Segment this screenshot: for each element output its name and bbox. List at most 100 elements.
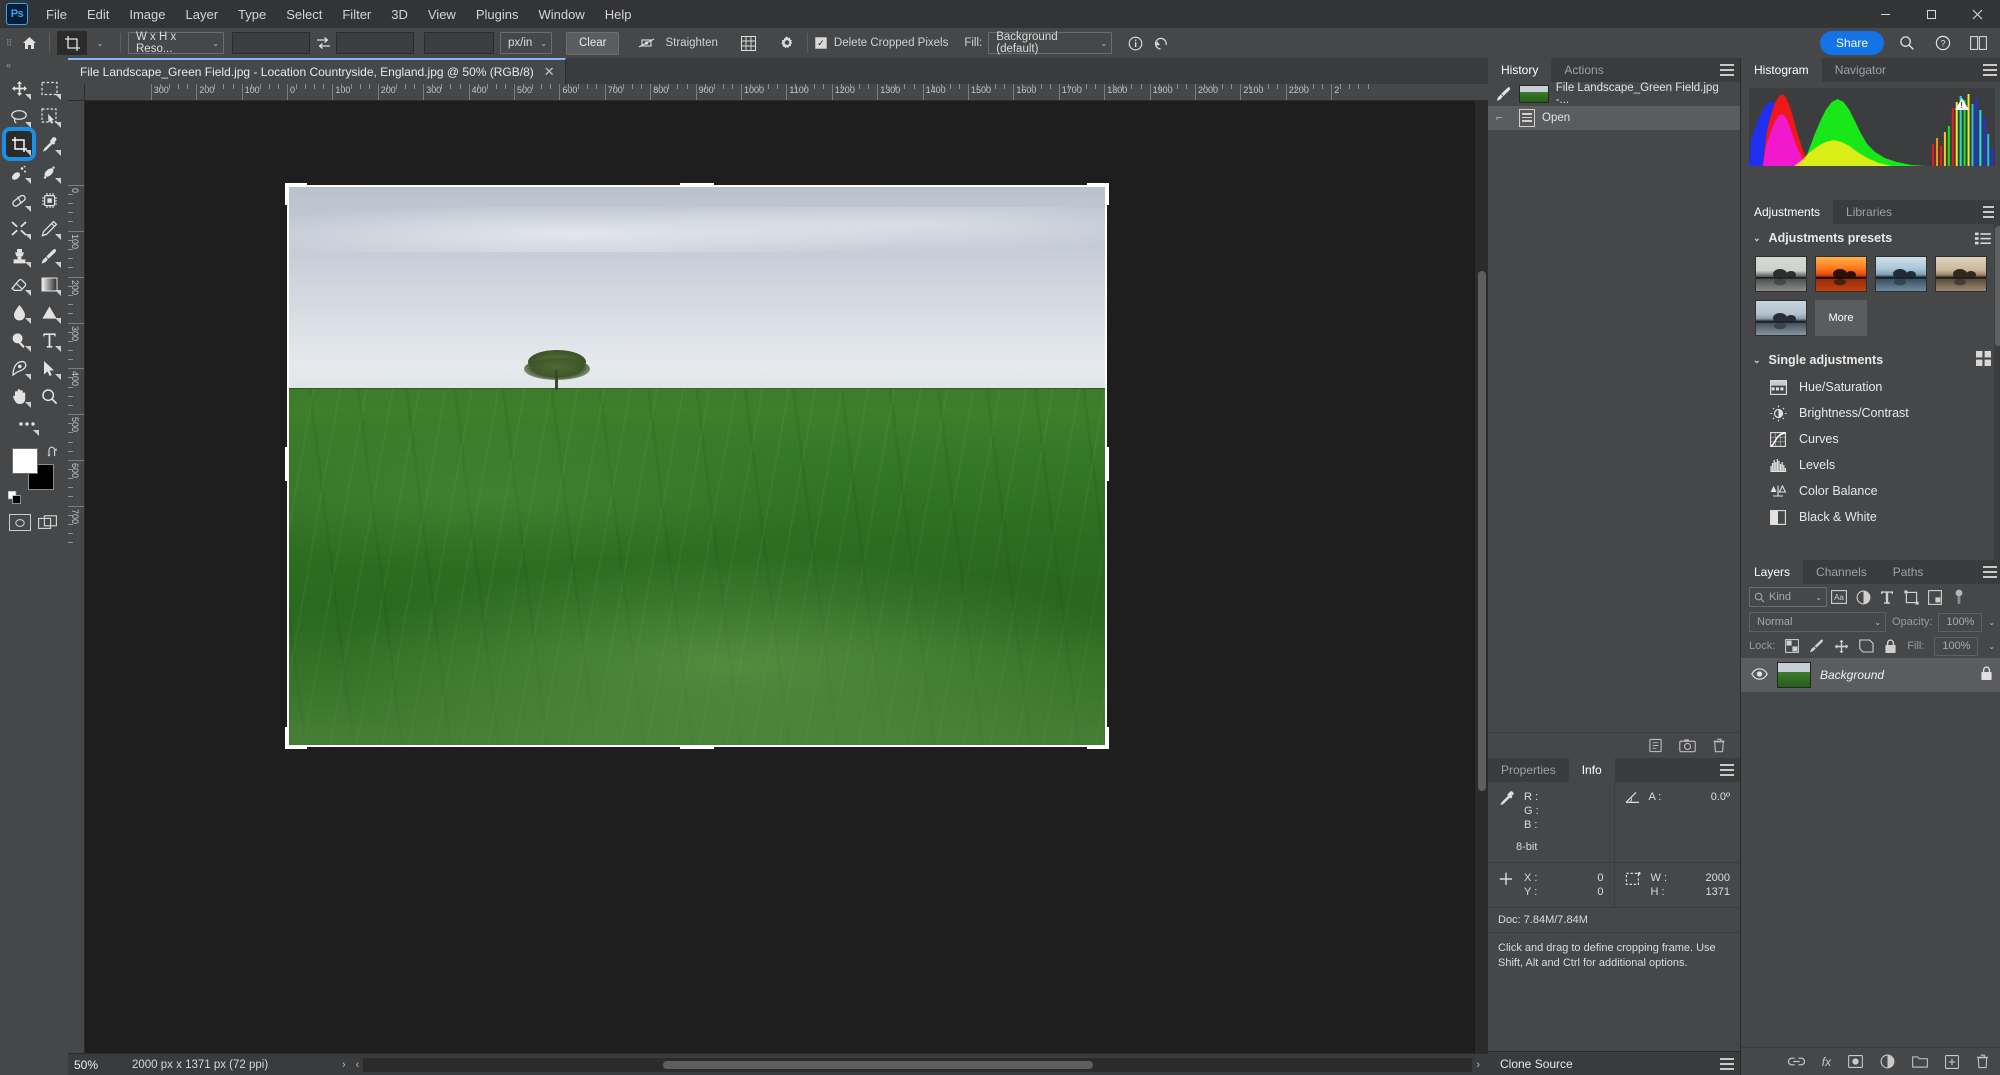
layer-kind-select[interactable]: Kind ⌄ [1749, 587, 1827, 607]
zoom-level[interactable]: 50% [68, 1057, 132, 1073]
tab-adjustments[interactable]: Adjustments [1741, 200, 1834, 224]
adjustments-presets-header[interactable]: ⌄ Adjustments presets [1741, 224, 2000, 252]
crop-resolution-input[interactable] [424, 32, 494, 54]
move-tool[interactable] [5, 74, 33, 102]
options-bar-grip[interactable]: ⠿ [2, 38, 16, 49]
delete-cropped-pixels-label[interactable]: Delete Cropped Pixels [834, 37, 948, 49]
trash-icon[interactable] [1712, 738, 1726, 753]
blur-tool[interactable] [5, 298, 33, 326]
adjustment-layer-icon[interactable] [1880, 1054, 1895, 1069]
menu-view[interactable]: View [418, 3, 466, 26]
pixel-filter-icon[interactable]: Aa [1827, 587, 1851, 607]
crop-tool-icon[interactable] [57, 31, 87, 55]
object-selection-tool[interactable] [35, 102, 63, 130]
brush-tool[interactable] [35, 242, 63, 270]
swap-arrows-icon[interactable] [310, 31, 336, 55]
lock-all-icon[interactable] [1884, 638, 1897, 654]
tab-histogram[interactable]: Histogram [1741, 58, 1822, 82]
lock-image-icon[interactable] [1809, 639, 1824, 653]
foreground-color-swatch[interactable] [12, 448, 38, 474]
type-filter-icon[interactable] [1875, 587, 1899, 607]
preset-thumbnail-sepia[interactable] [1935, 256, 1987, 292]
search-icon[interactable] [1894, 31, 1920, 55]
smart-object-filter-icon[interactable] [1923, 587, 1947, 607]
tab-channels[interactable]: Channels [1803, 560, 1880, 584]
fill-stepper-icon[interactable]: ⌄ [1988, 642, 1995, 651]
tab-paths[interactable]: Paths [1879, 560, 1937, 584]
clone-source-panel-header[interactable]: Clone Source [1488, 1051, 1740, 1075]
menu-layer[interactable]: Layer [176, 3, 229, 26]
adjustment-curves[interactable]: Curves [1741, 426, 2000, 452]
menu-edit[interactable]: Edit [77, 3, 119, 26]
patch-tool[interactable] [35, 158, 63, 186]
histogram-graph[interactable] [1749, 88, 1996, 166]
straighten-label[interactable]: Straighten [665, 37, 717, 49]
blend-mode-select[interactable]: Normal ⌄ [1749, 612, 1887, 632]
minimize-button[interactable] [1862, 0, 1908, 28]
chevron-right-icon-end[interactable]: › [1476, 1059, 1488, 1071]
quick-mask-icon[interactable] [9, 514, 31, 531]
vertical-ruler[interactable]: 0 100 200 300 400 500 600 700 [68, 101, 85, 1053]
canvas-horizontal-scrollbar[interactable] [363, 1057, 1473, 1072]
new-document-icon[interactable] [1648, 738, 1663, 753]
eyedropper-tool[interactable] [35, 130, 63, 158]
chevron-right-icon[interactable]: › [342, 1059, 346, 1071]
filter-toggle-icon[interactable] [1947, 587, 1971, 607]
clone-stamp-tool[interactable] [5, 242, 33, 270]
camera-snapshot-icon[interactable] [1679, 738, 1696, 753]
new-layer-icon[interactable] [1945, 1054, 1960, 1069]
tab-properties[interactable]: Properties [1488, 758, 1569, 782]
ruler-corner[interactable] [68, 84, 85, 101]
adjustment-levels[interactable]: Levels [1741, 452, 2000, 478]
spot-healing-brush-tool[interactable] [5, 158, 33, 186]
help-circle-icon[interactable]: ? [1930, 31, 1956, 55]
type-tool[interactable] [35, 326, 63, 354]
rectangular-marquee-tool[interactable] [35, 74, 63, 102]
opacity-value[interactable]: 100% [1938, 612, 1983, 632]
crop-handle-bottom-center[interactable] [680, 745, 714, 749]
menu-plugins[interactable]: Plugins [466, 3, 529, 26]
maximize-button[interactable] [1908, 0, 1954, 28]
adjustment-brightness-contrast[interactable]: Brightness/Contrast [1741, 400, 2000, 426]
lock-transparent-icon[interactable] [1785, 639, 1800, 653]
document-tab[interactable]: File Landscape_Green Field.jpg - Locatio… [68, 58, 566, 84]
hand-tool[interactable] [5, 382, 33, 410]
delete-layer-icon[interactable] [1976, 1054, 1989, 1069]
neural-filters-tool[interactable] [35, 186, 63, 214]
close-icon[interactable]: ✕ [544, 64, 555, 80]
horizontal-ruler[interactable]: 300 200 100 0 100 200 300 400 500 600 700 800 900 100… [85, 84, 1488, 101]
crop-height-input[interactable] [336, 32, 414, 54]
tab-layers[interactable]: Layers [1741, 560, 1804, 584]
crop-handle-right-bottom[interactable] [1105, 727, 1109, 749]
crop-handle-right-center[interactable] [1105, 447, 1109, 481]
screen-mode-icon[interactable] [37, 514, 59, 531]
single-adjustments-header[interactable]: ⌄ Single adjustments [1741, 346, 2000, 374]
smart-fix-tool[interactable] [5, 214, 33, 242]
lasso-tool[interactable] [5, 102, 33, 130]
zoom-tool[interactable] [35, 382, 63, 410]
gear-icon[interactable] [774, 31, 800, 55]
panel-menu-icon[interactable] [1983, 64, 1998, 76]
panel-menu-icon[interactable] [1720, 1058, 1734, 1070]
crop-handle-left-bottom[interactable] [285, 727, 289, 749]
gradient-tool[interactable] [35, 270, 63, 298]
clear-button[interactable]: Clear [566, 31, 620, 55]
vertical-scroll-thumb[interactable] [1478, 271, 1486, 791]
canvas[interactable] [85, 101, 1474, 1053]
crop-handle-top-center[interactable] [680, 183, 714, 187]
adjustment-filter-icon[interactable] [1851, 587, 1875, 607]
menu-filter[interactable]: Filter [332, 3, 381, 26]
grid-overlay-icon[interactable] [736, 31, 762, 55]
preset-thumbnail-cool[interactable] [1875, 256, 1927, 292]
adjustment-hue-saturation[interactable]: Hue/Saturation [1741, 374, 2000, 400]
lock-icon[interactable] [1980, 666, 1993, 684]
crop-handle-left-center[interactable] [285, 447, 289, 481]
pen-tool[interactable] [5, 354, 33, 382]
adjustment-black-white[interactable]: Black & White [1741, 504, 2000, 530]
delete-cropped-pixels-checkbox[interactable]: ✓ [814, 37, 827, 49]
dodge-tool[interactable] [35, 298, 63, 326]
eye-icon[interactable] [1751, 667, 1768, 683]
workspace-icon[interactable] [1966, 31, 1992, 55]
preset-more-button[interactable]: More [1815, 300, 1867, 336]
history-state-open[interactable]: ⌐ Open [1488, 106, 1740, 130]
